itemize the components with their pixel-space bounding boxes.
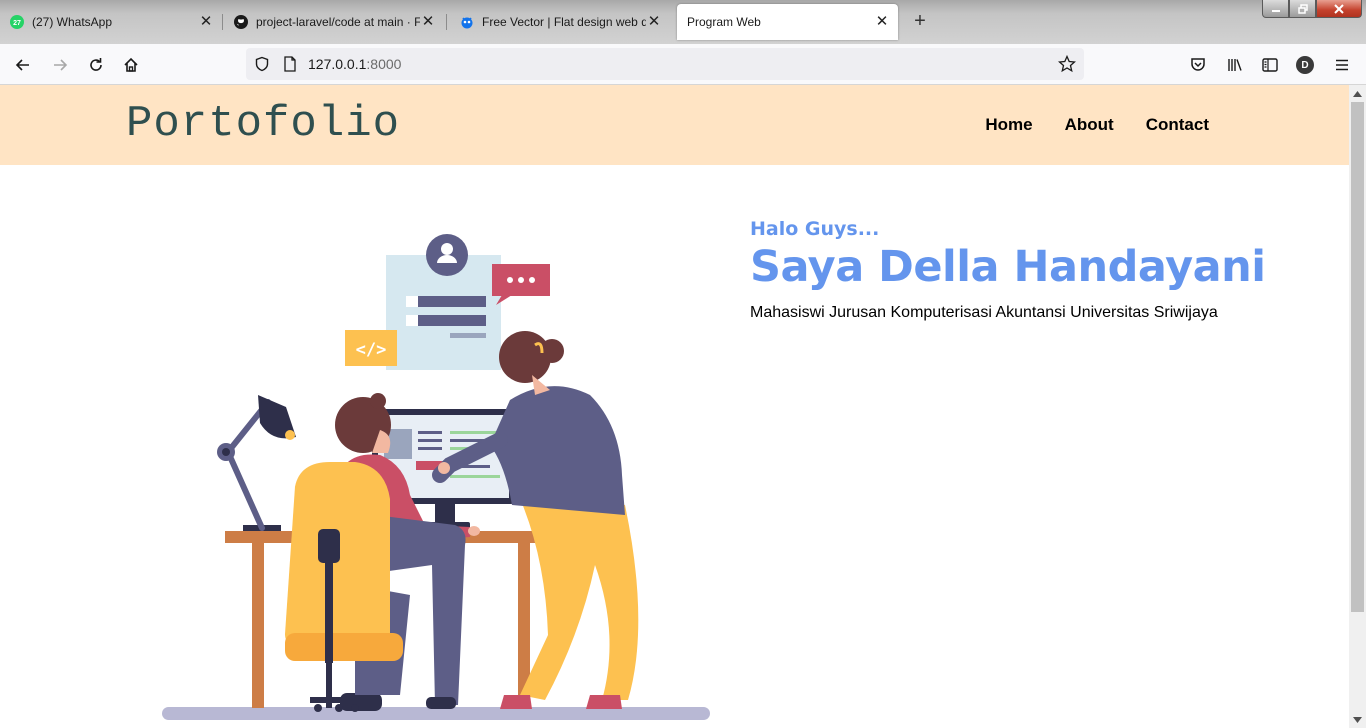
shield-icon [255, 56, 269, 72]
tab-label: (27) WhatsApp [32, 15, 113, 29]
pocket-button[interactable] [1185, 52, 1211, 78]
back-arrow-icon [15, 59, 29, 71]
scroll-up-arrow-icon[interactable] [1349, 85, 1366, 102]
forward-arrow-icon [54, 59, 68, 71]
tab-github[interactable]: project-laravel/code at main · F ✕ [224, 4, 444, 40]
chat-bubble-graphic [492, 264, 550, 305]
hero-name-heading: Saya Della Handayani [750, 242, 1266, 292]
back-button[interactable] [10, 52, 36, 78]
tab-whatsapp[interactable]: 27 (27) WhatsApp ✕ [0, 4, 222, 40]
forward-button[interactable] [47, 52, 73, 78]
tab-separator [222, 14, 223, 30]
greeting-text: Halo Guys... [750, 218, 880, 240]
restore-button[interactable] [1289, 0, 1316, 18]
close-icon[interactable]: ✕ [198, 14, 214, 30]
scrollbar-thumb[interactable] [1351, 102, 1364, 612]
hero-illustration: </> [162, 234, 710, 720]
reload-icon [90, 58, 102, 71]
hero-description: Mahasiswi Jurusan Komputerisasi Akuntans… [750, 304, 1218, 321]
tab-label: project-laravel/code at main · F [256, 15, 420, 29]
svg-text:27: 27 [13, 20, 21, 27]
scroll-down-arrow-icon[interactable] [1349, 711, 1366, 728]
reload-button[interactable] [83, 52, 109, 78]
home-icon [124, 57, 138, 72]
tab-program-web[interactable]: Program Web ✕ [677, 4, 898, 40]
standing-person-graphic [432, 331, 639, 709]
browser-titlebar: 27 (27) WhatsApp ✕ project-laravel/code … [0, 0, 1366, 44]
new-tab-button[interactable]: + [908, 10, 932, 34]
browser-toolbar: 127.0.0.1:8000 D [0, 44, 1366, 85]
tab-freepik[interactable]: Free Vector | Flat design web de ✕ [450, 4, 670, 40]
tab-label: Free Vector | Flat design web de [482, 15, 646, 29]
desk-lamp-graphic [217, 395, 296, 531]
url-text[interactable]: 127.0.0.1:8000 [308, 56, 401, 72]
github-icon [234, 15, 248, 29]
address-bar[interactable]: 127.0.0.1:8000 [246, 48, 1084, 80]
whatsapp-icon: 27 [10, 15, 24, 29]
menu-button[interactable] [1329, 52, 1355, 78]
library-button[interactable] [1222, 52, 1248, 78]
main-nav: Home About Contact [985, 115, 1209, 135]
home-button[interactable] [118, 52, 144, 78]
library-icon [1228, 59, 1242, 71]
minimize-button[interactable] [1262, 0, 1289, 18]
svg-text:</>: </> [356, 340, 387, 360]
freepik-icon [460, 15, 474, 29]
nav-link-contact[interactable]: Contact [1146, 115, 1209, 135]
close-icon[interactable]: ✕ [420, 14, 436, 30]
sidebar-icon [1262, 58, 1278, 72]
bookmark-star-icon [1058, 55, 1076, 73]
nav-link-about[interactable]: About [1065, 115, 1114, 135]
pocket-icon [1191, 58, 1205, 71]
close-icon[interactable]: ✕ [646, 14, 662, 30]
profile-avatar[interactable]: D [1296, 56, 1314, 74]
site-logo[interactable]: Portofolio [126, 99, 400, 149]
page-viewport: Portofolio Home About Contact </> Halo G… [0, 85, 1349, 728]
tab-separator [446, 14, 447, 30]
tab-label: Program Web [687, 15, 761, 29]
close-icon[interactable]: ✕ [874, 14, 890, 30]
nav-link-home[interactable]: Home [985, 115, 1032, 135]
hero-text-block: Halo Guys... Saya Della Handayani Mahasi… [750, 218, 1266, 322]
profile-card-graphic [386, 234, 501, 370]
window-controls [1262, 0, 1362, 18]
hamburger-menu-icon [1336, 59, 1348, 71]
code-tag-graphic: </> [345, 330, 397, 366]
site-header: Portofolio Home About Contact [0, 85, 1349, 165]
page-scrollbar[interactable] [1349, 85, 1366, 728]
close-window-button[interactable] [1316, 0, 1362, 18]
sidebar-button[interactable] [1257, 52, 1283, 78]
page-icon [284, 56, 296, 72]
